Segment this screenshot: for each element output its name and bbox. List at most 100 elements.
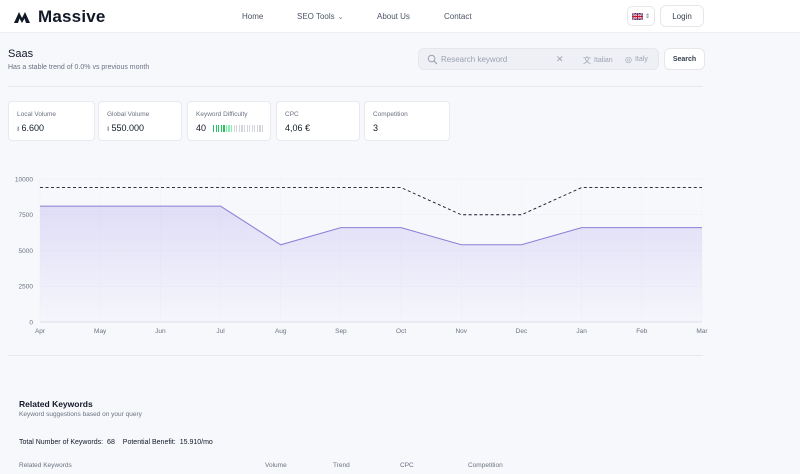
data-point xyxy=(39,206,40,207)
data-point xyxy=(100,206,101,207)
difficulty-segment xyxy=(233,125,235,132)
x-tick-label: Jan xyxy=(576,328,587,335)
column-header-cpc[interactable]: CPC xyxy=(400,462,414,469)
login-button[interactable]: Login xyxy=(660,5,704,27)
x-tick-label: May xyxy=(94,328,107,335)
data-point xyxy=(280,187,281,188)
metric-label: Global Volume xyxy=(107,111,150,118)
data-point xyxy=(39,187,40,188)
search-button[interactable]: Search xyxy=(664,48,705,70)
data-point xyxy=(521,214,522,215)
chevron-down-icon: ⌄ xyxy=(337,14,344,21)
data-point xyxy=(581,227,582,228)
cpc-value: 4,06 € xyxy=(285,123,311,133)
y-tick-label: 5000 xyxy=(19,248,34,255)
brand-logo[interactable]: Massive xyxy=(13,7,106,27)
difficulty-segment xyxy=(231,125,233,132)
uk-flag-icon xyxy=(631,12,643,20)
cpc-card: CPC 4,06 € xyxy=(276,101,360,141)
difficulty-segment xyxy=(238,125,240,132)
nav-contact[interactable]: Contact xyxy=(444,12,472,21)
global-volume-value: 550.000 xyxy=(111,123,144,133)
updown-chevron-icon: ⇕ xyxy=(644,13,651,20)
difficulty-segment xyxy=(213,125,215,132)
data-point xyxy=(340,187,341,188)
data-point xyxy=(160,187,161,188)
local-volume-value: 6.600 xyxy=(21,123,44,133)
clear-icon[interactable]: ✕ xyxy=(556,54,564,65)
competition-card: Competition 3 xyxy=(364,101,450,141)
y-tick-label: 10000 xyxy=(15,176,33,183)
total-keywords-value: 68 xyxy=(107,439,115,446)
difficulty-segment xyxy=(243,125,246,132)
difficulty-segment xyxy=(215,125,217,132)
column-header-trend[interactable]: Trend xyxy=(333,462,350,469)
section-divider xyxy=(8,86,703,87)
volume-trend-chart: 0 2500 5000 7500 10000 Apr May Jun Jul Aug Sep Oct… xyxy=(15,176,709,335)
translate-icon: 文 xyxy=(583,56,591,65)
nav-seo-tools-label: SEO Tools xyxy=(297,12,335,21)
x-tick-label: Nov xyxy=(455,328,467,335)
data-point xyxy=(701,187,702,188)
metric-label: Competition xyxy=(373,111,408,118)
metric-value: ı 6.600 xyxy=(17,123,44,133)
nav-home[interactable]: Home xyxy=(242,12,263,21)
keyword-difficulty-value: 40 xyxy=(196,123,207,133)
search-input[interactable] xyxy=(441,52,561,67)
difficulty-segment xyxy=(236,125,238,132)
difficulty-segment xyxy=(223,125,225,132)
difficulty-meter xyxy=(213,125,264,132)
competition-value: 3 xyxy=(373,123,379,133)
series-area-0 xyxy=(40,206,702,322)
data-point xyxy=(340,227,341,228)
column-header-volume[interactable]: Volume xyxy=(265,462,287,469)
x-tick-label: Apr xyxy=(35,328,46,335)
metric-label: Keyword Difficulty xyxy=(196,111,248,118)
globe-icon: ◎ xyxy=(625,55,632,64)
keyword-search-box: ✕ 文 Italian ◎ Italy xyxy=(418,48,659,70)
metric-label: CPC xyxy=(285,111,299,118)
x-tick-label: Sep xyxy=(335,328,347,335)
x-tick-label: Jul xyxy=(216,328,225,335)
difficulty-segment xyxy=(261,125,264,132)
data-point xyxy=(100,187,101,188)
column-header-competition[interactable]: Competition xyxy=(468,462,503,469)
top-navbar: Massive Home SEO Tools ⌄ About Us Contact… xyxy=(0,0,800,33)
difficulty-segment xyxy=(254,125,256,132)
data-point xyxy=(701,227,702,228)
x-tick-label: Dec xyxy=(516,328,528,335)
potential-benefit-label: Potential Benefit: xyxy=(122,439,176,446)
column-header-related-keywords[interactable]: Related Keywords xyxy=(19,462,72,469)
y-tick-label: 7500 xyxy=(19,212,34,219)
x-tick-label: Mar xyxy=(696,328,708,335)
massive-logo-icon xyxy=(14,12,30,23)
data-point xyxy=(461,244,462,245)
data-point xyxy=(160,206,161,207)
data-point xyxy=(581,187,582,188)
metric-label: Local Volume xyxy=(17,111,57,118)
data-point xyxy=(400,187,401,188)
nav-about-us[interactable]: About Us xyxy=(377,12,410,21)
data-point xyxy=(641,227,642,228)
difficulty-segment xyxy=(225,125,228,132)
x-tick-label: Aug xyxy=(275,328,287,335)
global-volume-card: Global Volume ı 550.000 xyxy=(98,101,182,141)
difficulty-segment xyxy=(218,125,220,132)
y-tick-label: 0 xyxy=(29,319,33,326)
difficulty-segment xyxy=(256,125,259,132)
country-select[interactable]: ◎ Italy xyxy=(625,55,648,64)
difficulty-segment xyxy=(220,125,222,132)
keyword-difficulty-card: Keyword Difficulty 40 xyxy=(187,101,271,141)
data-point xyxy=(220,206,221,207)
language-value: Italian xyxy=(594,57,613,64)
difficulty-segment xyxy=(259,125,261,132)
data-point xyxy=(400,227,401,228)
keyword-trend-text: Has a stable trend of 0.0% vs previous m… xyxy=(8,64,150,71)
brand-name: Massive xyxy=(38,7,106,26)
nav-seo-tools[interactable]: SEO Tools ⌄ xyxy=(297,12,344,21)
data-point xyxy=(521,244,522,245)
metric-value: ı 550.000 xyxy=(107,123,144,133)
data-point xyxy=(461,214,462,215)
language-switcher[interactable]: ⇕ xyxy=(627,6,655,26)
language-select[interactable]: 文 Italian xyxy=(583,55,613,66)
